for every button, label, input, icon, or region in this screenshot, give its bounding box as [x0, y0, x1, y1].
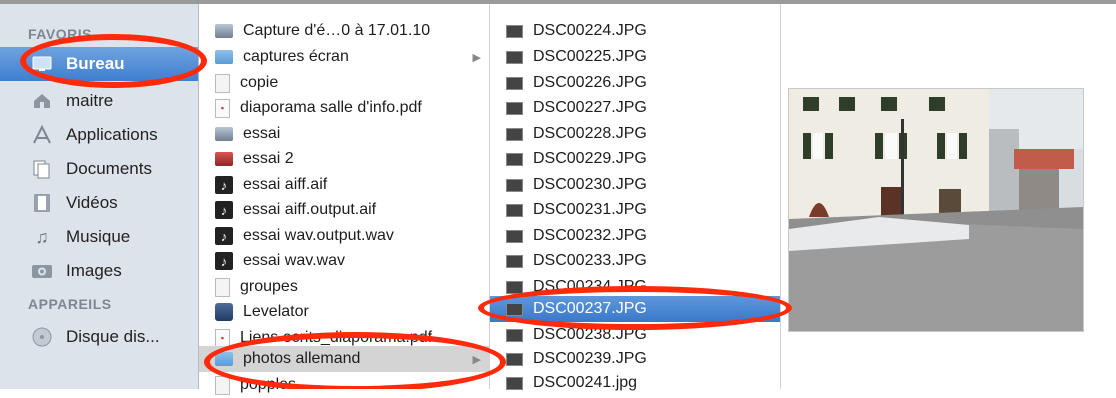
- annotation-ring: [204, 332, 506, 389]
- annotation-clip: [0, 0, 1116, 389]
